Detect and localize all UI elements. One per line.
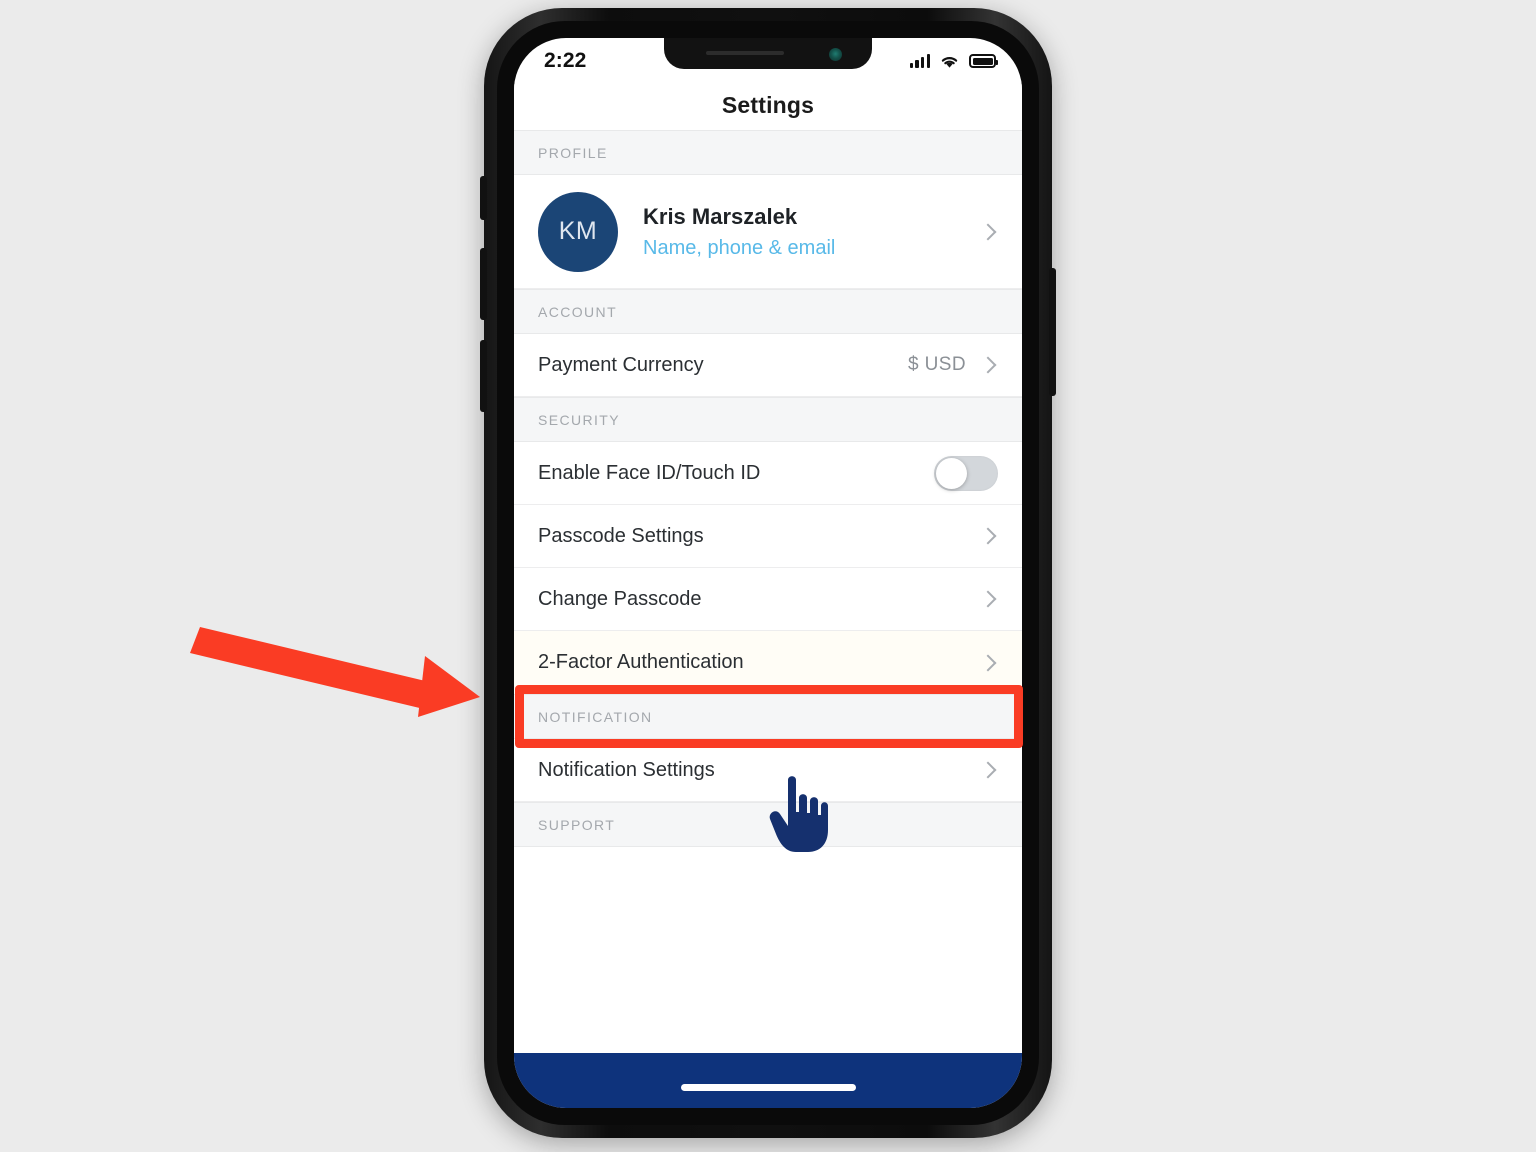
status-bar-indicators [909, 54, 998, 69]
avatar: KM [538, 191, 618, 272]
section-header-profile: PROFILE [514, 130, 1022, 175]
list-item-label: Passcode Settings [538, 524, 704, 547]
cellular-signal-icon [909, 54, 930, 68]
section-header-notification: NOTIFICATION [514, 694, 1022, 739]
chevron-right-icon [979, 590, 997, 608]
chevron-right-icon [979, 654, 997, 671]
profile-name: Kris Marszalek [643, 203, 798, 229]
section-header-security: SECURITY [514, 397, 1022, 442]
red-arrow-annotation [190, 627, 480, 717]
payment-currency-value: $ USD [908, 354, 966, 375]
chevron-right-icon [979, 223, 997, 240]
list-item-label: Notification Settings [538, 758, 715, 781]
page-title: Settings [721, 91, 815, 118]
profile-text-block: Kris Marszalek Name, phone & email [643, 204, 982, 260]
status-bar-time: 2:22 [544, 49, 587, 72]
list-item-face-id[interactable]: Enable Face ID/Touch ID [514, 442, 1022, 505]
bottom-bar [514, 1053, 1022, 1108]
wifi-icon [941, 56, 958, 68]
empty-list-area [514, 847, 1022, 1017]
status-bar: 2:22 [514, 38, 1022, 80]
profile-subtitle: Name, phone & email [643, 236, 836, 259]
list-item-two-factor-authentication[interactable]: 2-Factor Authentication [514, 631, 1022, 694]
list-item-label: 2-Factor Authentication [538, 651, 744, 673]
section-header-account: ACCOUNT [514, 289, 1022, 334]
list-item-passcode-settings[interactable]: Passcode Settings [514, 505, 1022, 568]
volume-down-button[interactable] [480, 340, 487, 412]
toggle-knob [936, 457, 967, 489]
navigation-bar: Settings [514, 80, 1022, 130]
battery-full-icon [969, 54, 998, 68]
volume-up-button[interactable] [480, 248, 487, 320]
list-item-label: Payment Currency [538, 353, 704, 376]
face-id-toggle[interactable] [934, 455, 998, 491]
list-item-label: Change Passcode [538, 587, 702, 610]
chevron-right-icon [979, 356, 997, 374]
home-indicator[interactable] [680, 1084, 856, 1091]
pointing-hand-cursor [769, 776, 828, 852]
chevron-right-icon [979, 761, 997, 779]
list-item-label: Enable Face ID/Touch ID [538, 461, 761, 484]
list-item-payment-currency[interactable]: Payment Currency $ USD [514, 334, 1022, 397]
power-button[interactable] [1049, 268, 1056, 396]
list-item-profile[interactable]: KM Kris Marszalek Name, phone & email [514, 175, 1022, 289]
chevron-right-icon [979, 527, 997, 545]
phone-screen: 2:22 Settings PROFILE KM Kris Marszalek … [514, 38, 1022, 1108]
list-item-change-passcode[interactable]: Change Passcode [514, 568, 1022, 631]
mute-switch-button[interactable] [480, 176, 487, 220]
